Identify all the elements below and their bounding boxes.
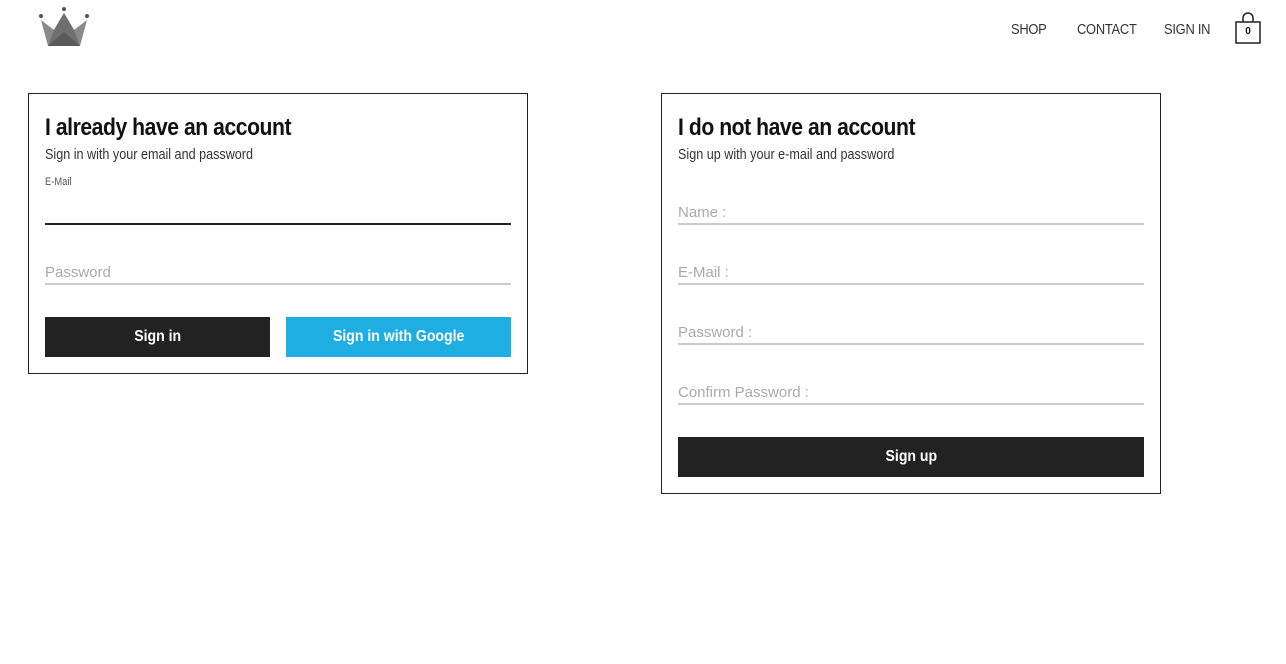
- signin-password-field: [45, 261, 511, 285]
- google-signin-button[interactable]: Sign in with Google: [286, 317, 511, 357]
- signup-subtitle: Sign up with your e-mail and password: [678, 146, 895, 163]
- main-nav: SHOP CONTACT SIGN IN 0: [1011, 12, 1262, 44]
- signin-title: I already have an account: [45, 114, 292, 141]
- signin-email-field: [45, 201, 511, 225]
- signup-email-underline: [678, 283, 1144, 285]
- signup-name-field: [678, 201, 1144, 225]
- cart-button[interactable]: 0: [1234, 12, 1262, 44]
- signup-confirm-underline: [678, 403, 1144, 405]
- crown-logo-icon[interactable]: [38, 6, 90, 48]
- signin-password-underline: [45, 283, 511, 285]
- signin-password-input[interactable]: [45, 261, 511, 283]
- signup-password-field: [678, 321, 1144, 345]
- nav-contact-link[interactable]: CONTACT: [1077, 18, 1137, 38]
- cart-count-badge: 0: [1245, 26, 1251, 37]
- signin-button[interactable]: Sign in: [45, 317, 270, 357]
- signup-password-input[interactable]: [678, 321, 1144, 343]
- site-header: SHOP CONTACT SIGN IN 0: [0, 0, 1286, 60]
- nav-shop-link[interactable]: SHOP: [1011, 18, 1047, 38]
- signin-button-label: Sign in: [134, 328, 181, 345]
- signup-button[interactable]: Sign up: [678, 437, 1144, 477]
- signin-email-input[interactable]: [45, 201, 511, 223]
- signup-panel: I do not have an account Sign up with yo…: [661, 93, 1161, 494]
- signup-email-input[interactable]: [678, 261, 1144, 283]
- google-signin-button-label: Sign in with Google: [332, 328, 465, 345]
- signup-button-label: Sign up: [885, 448, 937, 465]
- signin-email-underline: [45, 223, 511, 225]
- signup-title: I do not have an account: [678, 114, 916, 141]
- signin-panel: I already have an account Sign in with y…: [28, 93, 528, 374]
- signup-name-underline: [678, 223, 1144, 225]
- signin-email-label: E-Mail: [45, 176, 72, 188]
- signup-confirm-password-input[interactable]: [678, 381, 1144, 403]
- signup-password-underline: [678, 343, 1144, 345]
- signup-confirm-field: [678, 381, 1144, 405]
- signup-name-input[interactable]: [678, 201, 1144, 223]
- nav-signin-link[interactable]: SIGN IN: [1164, 18, 1210, 38]
- signup-email-field: [678, 261, 1144, 285]
- signin-subtitle: Sign in with your email and password: [45, 146, 254, 163]
